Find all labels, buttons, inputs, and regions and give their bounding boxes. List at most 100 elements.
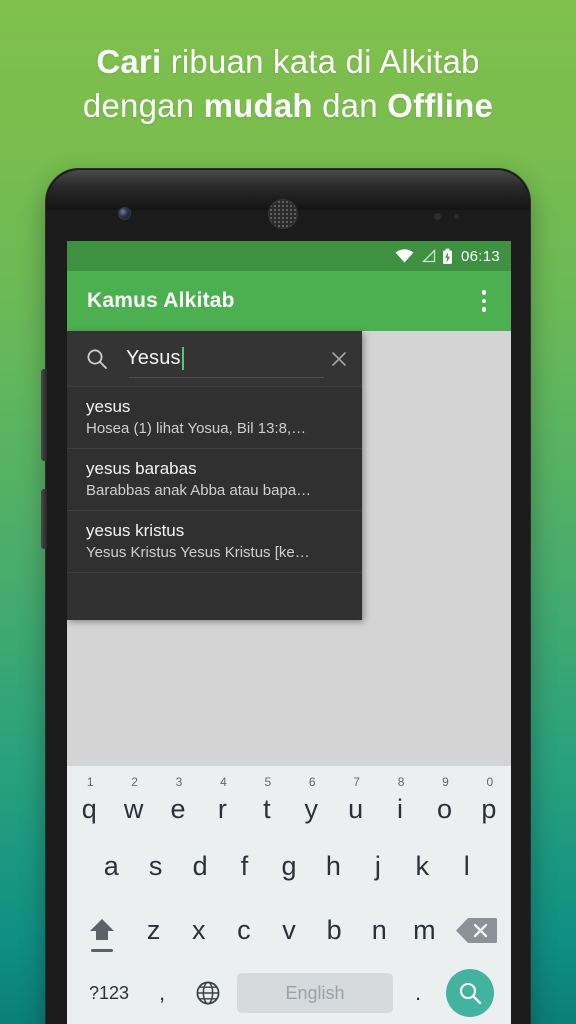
signal-icon (421, 249, 436, 263)
key-s-label: s (148, 850, 163, 881)
key-m[interactable]: m (402, 898, 447, 962)
close-icon[interactable] (330, 350, 348, 368)
key-x-label: x (191, 914, 206, 945)
search-input-value: Yesus (126, 347, 181, 369)
search-suggestions-panel: Yesus yesus Hosea (1) lihat Yosua, Bil 1… (67, 331, 362, 620)
symbols-key[interactable]: ?123 (77, 962, 141, 1024)
key-e[interactable]: 3e (156, 770, 200, 834)
key-f[interactable]: f (222, 834, 266, 898)
space-key[interactable]: English (237, 973, 393, 1013)
more-dot (481, 290, 487, 295)
key-s[interactable]: s (133, 834, 177, 898)
proximity-sensor-icon (434, 213, 441, 220)
key-w[interactable]: 2w (111, 770, 155, 834)
shift-underline (91, 949, 113, 952)
key-c-label: c (237, 914, 251, 945)
phone-power-button (41, 489, 47, 549)
app-bar: Kamus Alkitab (67, 271, 511, 331)
key-k[interactable]: k (400, 834, 444, 898)
phone-volume-button (41, 369, 47, 461)
backspace-icon[interactable] (447, 898, 505, 962)
period-key[interactable]: . (397, 962, 439, 1024)
key-t[interactable]: 5t (245, 770, 289, 834)
key-c[interactable]: c (221, 898, 266, 962)
search-bar[interactable]: Yesus (67, 331, 362, 386)
key-p[interactable]: 0p (467, 770, 511, 834)
earpiece-speaker-icon (268, 199, 298, 229)
suggestion-subtitle: Hosea (1) lihat Yosua, Bil 13:8,… (86, 420, 307, 437)
key-h[interactable]: h (311, 834, 355, 898)
key-x[interactable]: x (176, 898, 221, 962)
key-u-label: u (348, 793, 364, 824)
key-o[interactable]: 9o (422, 770, 466, 834)
text-caret (181, 347, 184, 370)
key-j[interactable]: j (356, 834, 400, 898)
key-d-label: d (192, 850, 208, 881)
key-n-label: n (371, 914, 387, 945)
shift-arrow-glyph (87, 915, 117, 952)
key-w-number: 2 (131, 775, 138, 789)
promo-headline-word-cari: Cari (96, 43, 162, 80)
key-b[interactable]: b (312, 898, 357, 962)
list-item[interactable]: yesus kristus Yesus Kristus Yesus Kristu… (67, 510, 362, 572)
phone-top-bezel (46, 169, 532, 241)
comma-key[interactable]: , (141, 962, 183, 1024)
more-vert-icon[interactable] (471, 284, 497, 318)
search-enter-key[interactable] (439, 962, 501, 1024)
phone-mockup: 06:13 Kamus Alkitab Yesus yesus Hosea (1… (41, 168, 532, 1024)
key-l-label: l (463, 850, 470, 881)
search-icon (87, 349, 107, 369)
more-dot (481, 298, 487, 304)
suggestion-subtitle: Yesus Kristus Yesus Kristus [ke… (86, 544, 310, 561)
key-q[interactable]: 1q (67, 770, 111, 834)
key-v[interactable]: v (266, 898, 311, 962)
key-h-label: h (325, 850, 341, 881)
light-sensor-icon (454, 214, 459, 219)
phone-screen: 06:13 Kamus Alkitab Yesus yesus Hosea (1… (67, 241, 511, 1024)
key-l[interactable]: l (445, 834, 489, 898)
key-k-label: k (415, 850, 430, 881)
key-g[interactable]: g (267, 834, 311, 898)
key-u-number: 7 (353, 775, 360, 789)
key-z[interactable]: z (131, 898, 176, 962)
key-p-label: p (481, 793, 497, 824)
key-b-label: b (326, 914, 342, 945)
key-y[interactable]: 6y (289, 770, 333, 834)
key-r-number: 4 (220, 775, 227, 789)
key-a[interactable]: a (89, 834, 133, 898)
promo-headline-line1: Cari ribuan kata di Alkitab (0, 40, 576, 84)
key-i-label: i (397, 793, 404, 824)
language-globe-icon[interactable] (183, 962, 233, 1024)
app-title: Kamus Alkitab (87, 289, 235, 312)
key-r-label: r (217, 793, 227, 824)
more-dot (481, 307, 487, 312)
shift-icon[interactable] (73, 898, 131, 962)
key-z-label: z (146, 914, 161, 945)
list-item[interactable]: yesus barabas Barabbas anak Abba atau ba… (67, 448, 362, 510)
key-r[interactable]: 4r (200, 770, 244, 834)
key-u[interactable]: 7u (333, 770, 377, 834)
key-p-number: 0 (486, 775, 494, 789)
key-n[interactable]: n (357, 898, 402, 962)
key-v-label: v (282, 914, 296, 945)
search-input[interactable]: Yesus (126, 347, 330, 370)
key-y-number: 6 (308, 775, 316, 789)
keyboard-row-bottom-letters: z x c v b n m (67, 898, 511, 962)
suggestions-panel-filler (67, 572, 362, 620)
keyboard-row-function: ?123 , English . (67, 962, 511, 1024)
on-screen-keyboard: 1q 2w 3e 4r 5t 6y 7u 8i 9o 0p a s d f g (67, 765, 511, 1024)
search-icon (446, 969, 494, 1017)
battery-charging-icon (442, 248, 452, 264)
list-item[interactable]: yesus Hosea (1) lihat Yosua, Bil 13:8,… (67, 386, 362, 448)
promo-headline-line2-a: dengan (82, 87, 204, 124)
wifi-icon (395, 249, 414, 263)
status-bar-clock: 06:13 (460, 247, 500, 265)
promo-headline: Cari ribuan kata di Alkitab dengan mudah… (0, 40, 576, 128)
suggestion-title: yesus (86, 397, 131, 416)
key-i[interactable]: 8i (378, 770, 422, 834)
keyboard-row-qwerty: 1q 2w 3e 4r 5t 6y 7u 8i 9o 0p (67, 770, 511, 834)
key-d[interactable]: d (178, 834, 222, 898)
key-y-label: y (304, 793, 318, 824)
key-q-label: q (81, 793, 97, 824)
key-m-label: m (413, 914, 436, 945)
